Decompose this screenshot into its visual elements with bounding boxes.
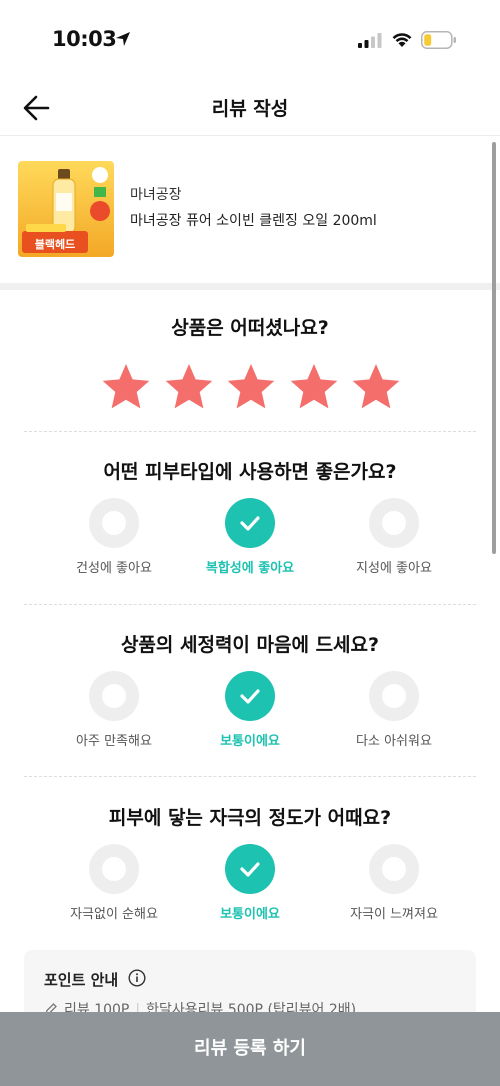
star-rating[interactable]	[101, 362, 401, 412]
point-info-title: 포인트 안내	[44, 971, 119, 989]
star-icon[interactable]	[164, 362, 214, 412]
option-label: 보통이에요	[220, 734, 280, 749]
status-bar: 10:03	[0, 0, 500, 80]
option-label: 자극없이 순해요	[70, 907, 158, 922]
radio-circle[interactable]	[89, 498, 139, 548]
page-title: 리뷰 작성	[211, 98, 289, 120]
dashed-divider	[24, 431, 476, 432]
product-name: 마녀공장 퓨어 소이빈 클렌징 오일 200ml	[130, 213, 377, 229]
option-label: 건성에 좋아요	[76, 561, 152, 576]
radio-circle-selected[interactable]	[225, 844, 275, 894]
skin-type-question: 어떤 피부타입에 사용하면 좋은가요?	[103, 461, 397, 483]
star-icon[interactable]	[351, 362, 401, 412]
top-app-bar: 리뷰 작성	[0, 80, 500, 136]
dashed-divider	[24, 604, 476, 605]
info-icon[interactable]	[128, 969, 146, 987]
location-arrow-icon	[116, 32, 130, 46]
option-label: 지성에 좋아요	[356, 561, 432, 576]
check-icon	[240, 516, 260, 531]
star-icon[interactable]	[226, 362, 276, 412]
skin-type-options: 건성에 좋아요 복합성에 좋아요 지성에 좋아요	[0, 498, 500, 588]
option-label: 자극이 느껴져요	[350, 907, 438, 922]
irritation-question: 피부에 닿는 자극의 정도가 어때요?	[108, 807, 392, 829]
section-divider	[0, 283, 500, 290]
option-average[interactable]: 보통이에요	[180, 844, 320, 934]
option-average[interactable]: 보통이에요	[180, 671, 320, 761]
scrollbar[interactable]	[492, 142, 496, 554]
product-brand: 마녀공장	[130, 187, 182, 203]
wifi-icon	[392, 33, 412, 47]
option-combination-skin[interactable]: 복합성에 좋아요	[180, 498, 320, 588]
product-summary: 블랙헤드 마녀공장 마녀공장 퓨어 소이빈 클렌징 오일 200ml	[0, 137, 500, 283]
option-irritating[interactable]: 자극이 느껴져요	[324, 844, 464, 934]
cleansing-power-options: 아주 만족해요 보통이에요 다소 아쉬워요	[0, 671, 500, 761]
radio-circle[interactable]	[89, 844, 139, 894]
option-very-satisfied[interactable]: 아주 만족해요	[44, 671, 184, 761]
irritation-options: 자극없이 순해요 보통이에요 자극이 느껴져요	[0, 844, 500, 934]
option-label: 보통이에요	[220, 907, 280, 922]
submit-review-button[interactable]: 리뷰 등록 하기	[0, 1012, 500, 1086]
battery-icon	[421, 31, 456, 49]
option-oily-skin[interactable]: 지성에 좋아요	[324, 498, 464, 588]
cellular-signal-icon	[358, 33, 382, 48]
radio-circle[interactable]	[369, 844, 419, 894]
rating-question: 상품은 어떠셨나요?	[171, 317, 329, 339]
radio-circle-selected[interactable]	[225, 498, 275, 548]
dashed-divider	[24, 776, 476, 777]
option-label: 아주 만족해요	[76, 734, 152, 749]
option-label: 복합성에 좋아요	[205, 561, 295, 576]
star-icon[interactable]	[289, 362, 339, 412]
option-somewhat-disappointing[interactable]: 다소 아쉬워요	[324, 671, 464, 761]
star-icon[interactable]	[101, 362, 151, 412]
radio-circle[interactable]	[369, 498, 419, 548]
option-gentle[interactable]: 자극없이 순해요	[44, 844, 184, 934]
radio-circle[interactable]	[89, 671, 139, 721]
option-dry-skin[interactable]: 건성에 좋아요	[44, 498, 184, 588]
status-time: 10:03	[52, 27, 117, 51]
radio-circle-selected[interactable]	[225, 671, 275, 721]
thumb-text: 블랙헤드	[35, 237, 75, 251]
radio-circle[interactable]	[369, 671, 419, 721]
cleansing-power-question: 상품의 세정력이 마음에 드세요?	[120, 634, 380, 656]
product-thumbnail: 블랙헤드	[18, 161, 114, 257]
check-icon	[240, 689, 260, 704]
option-label: 다소 아쉬워요	[356, 734, 432, 749]
check-icon	[240, 862, 260, 877]
